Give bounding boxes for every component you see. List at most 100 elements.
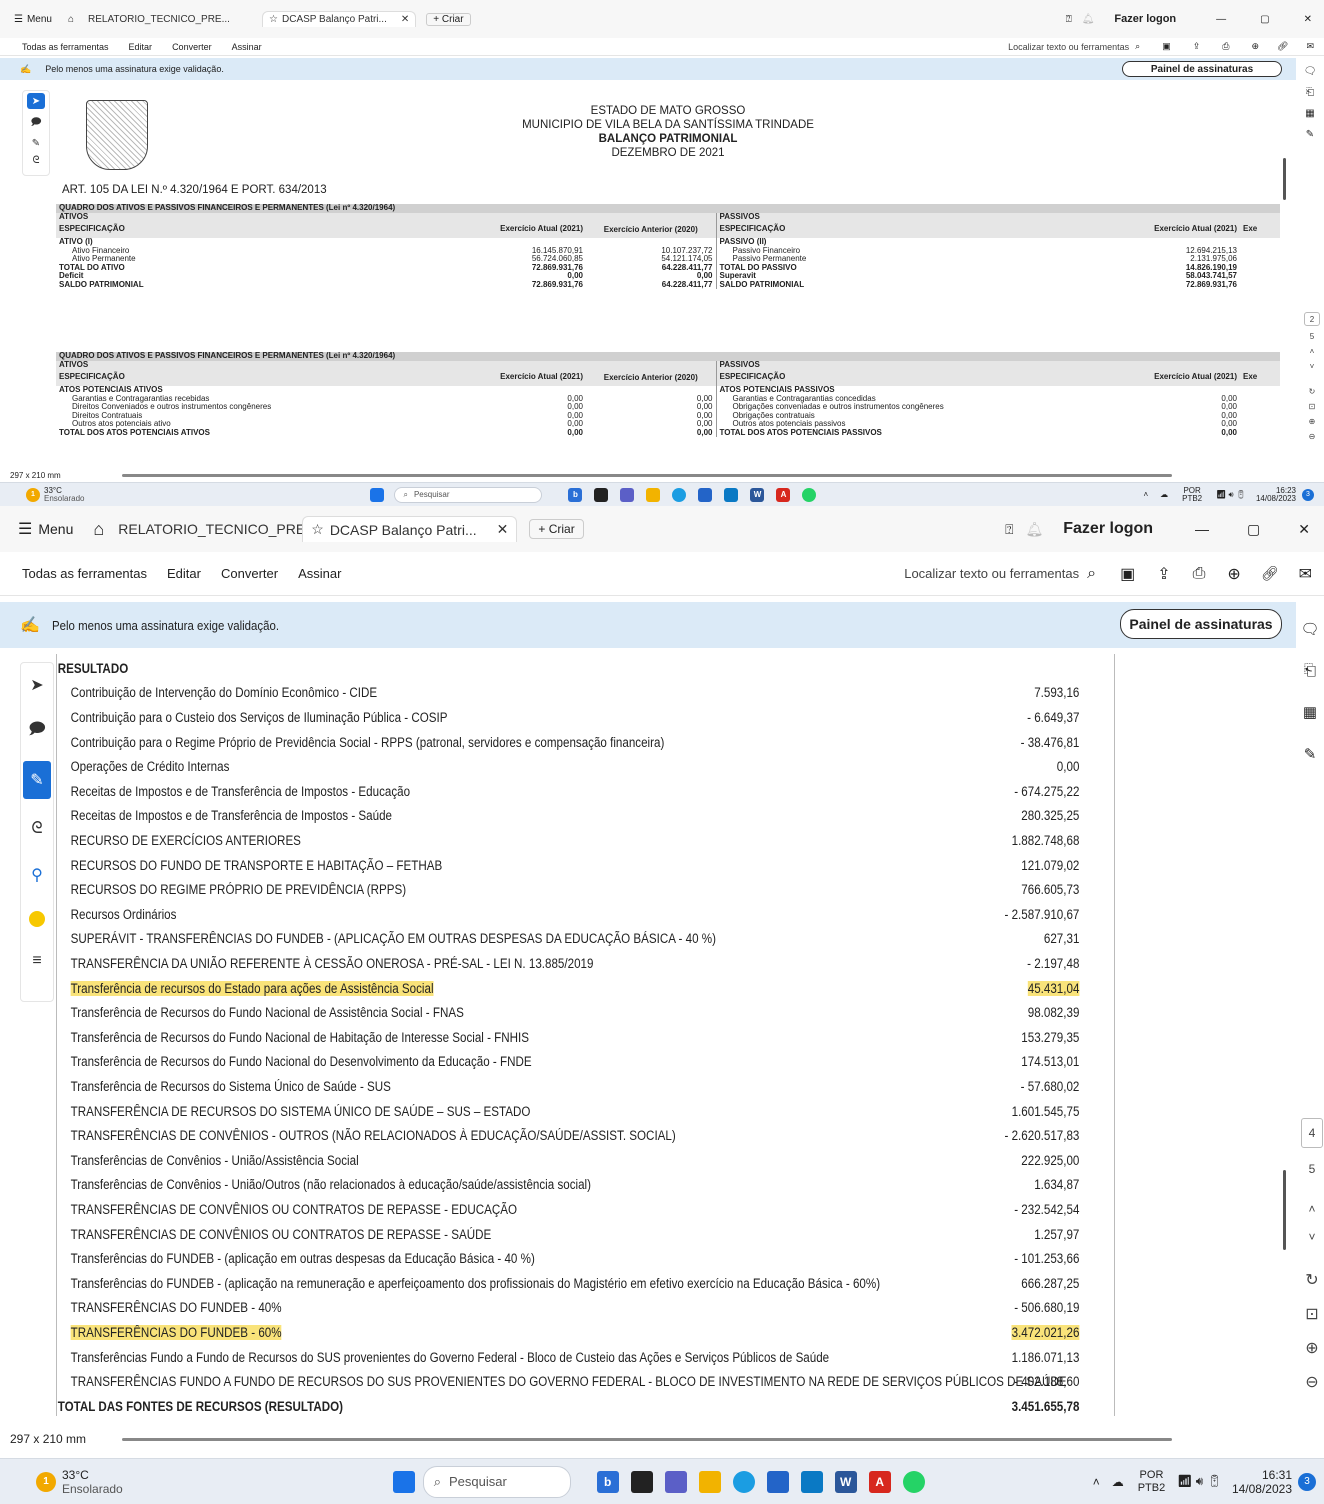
result-label[interactable]: Transferência de Recursos do Sistema Úni… [71, 1079, 391, 1094]
signature-panel-button[interactable]: Painel de assinaturas [1120, 609, 1282, 639]
result-label[interactable]: Receitas de Impostos e de Transferência … [71, 784, 410, 799]
network-icon[interactable]: ☁ [1112, 1475, 1124, 1489]
result-value[interactable]: - 2.587.910,67 [821, 907, 1080, 922]
store-icon[interactable] [698, 487, 713, 502]
result-label[interactable]: Contribuição de Intervenção do Domínio E… [71, 685, 378, 700]
result-label[interactable]: RECURSO DE EXERCÍCIOS ANTERIORES [71, 833, 301, 848]
language-indicator[interactable]: POR PTB2 [1138, 1469, 1166, 1495]
result-label[interactable]: TRANSFERÊNCIAS DE CONVÊNIOS OU CONTRATOS… [71, 1227, 492, 1242]
print-icon[interactable]: ⎙ [1193, 565, 1206, 583]
help-icon[interactable]: ⍰ [1005, 521, 1013, 538]
bing-icon[interactable]: b [568, 487, 583, 502]
minimize-icon[interactable]: — [1216, 14, 1226, 25]
result-value[interactable]: 1.257,97 [821, 1227, 1079, 1242]
result-label[interactable]: Transferência de Recursos do Fundo Nacio… [71, 1030, 529, 1045]
result-label[interactable]: TRANSFERÊNCIAS DE CONVÊNIOS OU CONTRATOS… [71, 1202, 517, 1217]
edge-icon[interactable] [672, 487, 687, 502]
home-icon[interactable]: ⌂ [68, 14, 74, 25]
refresh-icon[interactable]: ↻ [1305, 1270, 1318, 1290]
result-label[interactable]: Transferências de Convênios - União/Assi… [71, 1153, 359, 1168]
tab-relatorio[interactable]: RELATORIO_TECNICO_PRE... [88, 14, 248, 25]
result-label[interactable]: TRANSFERÊNCIA DA UNIÃO REFERENTE À CESSÃ… [71, 956, 594, 971]
bing-icon[interactable]: b [596, 1470, 619, 1493]
result-value[interactable]: 3.472.021,26 [821, 1324, 1080, 1340]
file-explorer-icon[interactable] [646, 487, 661, 502]
fill-sign-icon[interactable]: ✎ [1306, 129, 1314, 140]
current-page[interactable]: 2 [1304, 312, 1320, 326]
lasso-icon[interactable]: ᘓ [32, 155, 39, 166]
result-label[interactable]: Transferências Fundo a Fundo de Recursos… [71, 1350, 830, 1365]
file-explorer-icon[interactable] [698, 1470, 721, 1493]
window-close-icon[interactable]: ✕ [1298, 521, 1310, 538]
grid-icon[interactable]: ▦ [1303, 703, 1317, 721]
zoom-search-icon[interactable]: ⊕ [1251, 41, 1259, 52]
lasso-icon[interactable]: ᘓ [23, 813, 51, 845]
bell-icon[interactable]: 🔔︎ [1082, 14, 1095, 25]
tab-dcasp[interactable]: ☆ DCASP Balanço Patri... ✕ [262, 11, 417, 27]
result-label[interactable]: TRANSFERÊNCIAS DE CONVÊNIOS - OUTROS (NÃ… [71, 1128, 676, 1143]
find-tools-input[interactable]: Localizar texto ou ferramentas [1008, 42, 1129, 52]
result-value[interactable]: 7.593,16 [821, 685, 1079, 700]
taskbar-search[interactable]: ⌕ Pesquisar [422, 1465, 571, 1498]
convert-menu[interactable]: Converter [172, 42, 212, 52]
result-value[interactable]: - 2.197,48 [821, 956, 1079, 971]
result-value[interactable]: - 101.253,66 [821, 1251, 1079, 1266]
zoom-out-icon[interactable]: ⊖ [1309, 432, 1316, 441]
result-label[interactable]: Transferências de Convênios - União/Outr… [71, 1177, 591, 1192]
dell-icon[interactable] [800, 1470, 823, 1493]
select-tool-icon[interactable]: ➤ [23, 669, 51, 701]
bookmark-icon[interactable]: ⎗ [1304, 662, 1316, 679]
add-comment-icon[interactable]: 🗩︎ [23, 715, 51, 747]
acrobat-icon[interactable]: A [868, 1470, 891, 1493]
close-tab-icon[interactable]: ✕ [497, 521, 509, 538]
save-icon[interactable]: ▣ [1120, 564, 1135, 584]
result-value[interactable]: - 232.542,54 [821, 1202, 1079, 1217]
result-value[interactable]: 98.082,39 [821, 1005, 1080, 1020]
result-value[interactable]: 222.925,00 [821, 1153, 1079, 1168]
vertical-scrollbar[interactable] [1283, 1170, 1286, 1250]
result-value[interactable]: 45.431,04 [821, 980, 1080, 996]
pen-icon[interactable]: ✎ [32, 138, 40, 149]
add-comment-icon[interactable]: 🗩︎ [30, 115, 41, 132]
search-icon[interactable]: ⌕ [1135, 41, 1140, 52]
horizontal-scrollbar[interactable] [122, 1438, 1172, 1441]
result-value[interactable]: 121.079,02 [821, 858, 1079, 873]
window-close-icon[interactable]: ✕ [1304, 14, 1312, 25]
share-icon[interactable]: ⇪ [1157, 564, 1170, 584]
task-view-icon[interactable] [594, 487, 609, 502]
result-value[interactable]: 666.287,25 [821, 1276, 1079, 1291]
new-tab-button[interactable]: + Criar [529, 519, 584, 539]
tray-chevron-icon[interactable]: ˄ [1143, 490, 1148, 499]
notification-badge[interactable]: 3 [1298, 1472, 1316, 1491]
all-tools-menu[interactable]: Todas as ferramentas [22, 566, 147, 581]
task-view-icon[interactable] [630, 1470, 653, 1493]
weather-widget[interactable]: 1 33°C Ensolarado [26, 486, 84, 503]
share-icon[interactable]: ⇪ [1193, 41, 1201, 52]
fit-page-icon[interactable]: ⊡ [1305, 1304, 1318, 1324]
select-tool-icon[interactable]: ➤ [27, 93, 45, 109]
result-label[interactable]: Transferência de recursos do Estado para… [70, 980, 434, 996]
convert-menu[interactable]: Converter [221, 566, 278, 581]
result-value[interactable]: 627,31 [821, 931, 1080, 946]
acrobat-icon[interactable]: A [776, 487, 791, 502]
result-label[interactable]: Receitas de Impostos e de Transferência … [71, 808, 392, 823]
result-label[interactable]: Contribuição para o Regime Próprio de Pr… [71, 735, 665, 750]
tray-chevron-icon[interactable]: ˄ [1093, 1475, 1100, 1489]
zoom-search-icon[interactable]: ⊕ [1227, 564, 1240, 584]
zoom-in-icon[interactable]: ⊕ [1305, 1338, 1318, 1358]
result-value[interactable]: 280.325,25 [821, 808, 1079, 823]
result-label[interactable]: RECURSOS DO FUNDO DE TRANSPORTE E HABITA… [71, 858, 443, 873]
new-tab-button[interactable]: + Criar [426, 12, 471, 26]
bookmark-icon[interactable]: ⎗ [1306, 87, 1314, 98]
edit-menu[interactable]: Editar [129, 42, 153, 52]
zoom-out-icon[interactable]: ⊖ [1305, 1372, 1318, 1392]
weather-widget[interactable]: 1 33°C Ensolarado [36, 1468, 123, 1496]
zoom-in-icon[interactable]: ⊕ [1309, 417, 1316, 426]
result-label[interactable]: TRANSFERÊNCIA DE RECURSOS DO SISTEMA ÚNI… [71, 1104, 531, 1119]
store-icon[interactable] [766, 1470, 789, 1493]
wifi-volume-battery-icons[interactable]: 📶︎ 🔊︎ 🔋︎ [1216, 490, 1246, 500]
pin-icon[interactable]: ⚲ [23, 859, 51, 891]
windows-start-icon[interactable] [370, 487, 385, 502]
sign-menu[interactable]: Assinar [232, 42, 262, 52]
save-icon[interactable]: ▣ [1162, 41, 1171, 52]
